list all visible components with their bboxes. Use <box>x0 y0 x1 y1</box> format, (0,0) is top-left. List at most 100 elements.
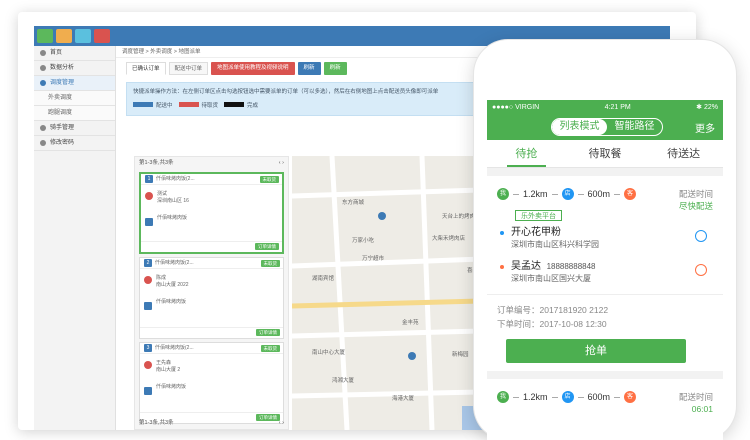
shop-title: 仟佰味烤肉饭(2... <box>156 175 195 182</box>
customer-name: 陈成 <box>156 275 167 281</box>
pager-icon[interactable]: ‹ › <box>279 417 284 429</box>
order-index: 1 <box>145 175 153 183</box>
shop-name: 仟佰味烤肉饭 <box>156 299 187 305</box>
delivery-time-value: 尽快配送 <box>678 201 713 211</box>
sidebar-item-password[interactable]: 修改密码 <box>34 136 115 151</box>
map-label: 东方商城 <box>342 198 365 206</box>
delivery-time-value: 06:01 <box>691 404 713 414</box>
map-label: 新梅园 <box>452 350 469 358</box>
map-marker <box>378 212 386 220</box>
tab-to-pickup[interactable]: 待取餐 <box>566 140 645 167</box>
order-card[interactable]: 我 1.2km 店 600m 客 配送时间 尽快配送 乐外卖平台 开心花甲粉 深… <box>487 176 723 371</box>
status-badge: 未取货 <box>260 345 280 352</box>
sidebar-label: 骑手管理 <box>50 124 75 131</box>
order-card[interactable]: 我 1.2km 店 600m 客 配送时间 06:01 <box>487 379 723 415</box>
sidebar-label: 调度管理 <box>50 79 75 86</box>
mode-route[interactable]: 智能路径 <box>607 119 662 135</box>
map-road <box>419 156 435 430</box>
customer-icon: 客 <box>624 391 637 403</box>
search-icon[interactable] <box>75 29 91 43</box>
more-link[interactable]: 更多 <box>695 120 715 135</box>
status-bar: ●●●●○ VIRGIN 4:21 PM ✱ 22% <box>487 100 723 114</box>
phone-screen: ●●●●○ VIRGIN 4:21 PM ✱ 22% 列表模式 智能路径 更多 … <box>487 100 723 440</box>
more-button[interactable]: 刷新 <box>323 62 347 75</box>
bullet-icon <box>500 231 504 235</box>
sidebar-item-errand-dispatch[interactable]: 跑腿调度 <box>34 106 115 121</box>
sidebar-item-analytics[interactable]: 数据分析 <box>34 61 115 76</box>
dash-line <box>577 396 584 398</box>
location-pin-icon[interactable] <box>695 230 707 242</box>
shop-title: 仟佰味烤肉饭(2... <box>155 259 194 266</box>
shop-icon <box>144 387 152 395</box>
stage: 首页 数据分析 调度管理 外卖调度 跑腿调度 骑手管理 修改密码 调度管理 > … <box>0 0 750 440</box>
pager-icon[interactable]: ‹ › <box>279 157 284 169</box>
me-icon: 我 <box>497 188 509 200</box>
list-summary: 第1-3条,共3条 <box>139 160 174 166</box>
tab-to-deliver[interactable]: 待送达 <box>644 140 723 167</box>
shop-addr: 深圳市南山区科兴科学园 <box>511 240 599 249</box>
grab-order-button[interactable]: 抢单 <box>506 339 686 363</box>
carrier-text: ●●●●○ VIRGIN <box>492 103 540 111</box>
sidebar-item-rider[interactable]: 骑手管理 <box>34 121 115 136</box>
map-label: 金丰苑 <box>402 318 419 326</box>
customer-addr: 深圳市南山区国兴大厦 <box>511 274 591 283</box>
legend-item: 待取货 <box>178 101 218 109</box>
platform-tag: 乐外卖平台 <box>515 210 562 221</box>
legend-swatch <box>133 102 153 107</box>
sidebar-item-takeout-dispatch[interactable]: 外卖调度 <box>34 91 115 106</box>
map-label: 海港大厦 <box>392 394 415 402</box>
shop-icon: 店 <box>561 391 574 403</box>
location-pin-icon[interactable] <box>695 264 707 276</box>
dash-line <box>614 396 621 398</box>
sidebar-item-home[interactable]: 首页 <box>34 46 115 61</box>
customer-name: 吴孟达 <box>511 261 541 272</box>
bar-icon[interactable] <box>56 29 72 43</box>
divider <box>487 168 723 176</box>
order-detail-button[interactable]: 订单详情 <box>255 243 279 250</box>
dash-line <box>551 193 558 195</box>
list-footer-summary: 第1-3条,共3条 <box>139 420 174 426</box>
rider-icon <box>40 125 46 131</box>
tutorial-button[interactable]: 地图派单使用教程及视频说明 <box>211 62 295 75</box>
mode-list[interactable]: 列表模式 <box>552 119 607 135</box>
sidebar: 首页 数据分析 调度管理 外卖调度 跑腿调度 骑手管理 修改密码 <box>34 26 116 430</box>
divider <box>487 294 723 295</box>
map-label: 天台上的烤肉 <box>442 212 475 220</box>
legend-item: 配送中 <box>133 101 173 109</box>
tab-to-grab[interactable]: 待抢 <box>487 140 566 167</box>
dash-line <box>551 396 558 398</box>
clock-text: 4:21 PM <box>604 103 631 111</box>
map-label: 鸿湘大厦 <box>332 376 355 384</box>
me-icon: 我 <box>497 391 509 403</box>
order-card[interactable]: 2 仟佰味烤肉饭(2... 未取货 陈成 南山大厦 2022 仟佰味烤肉饭 订单详情 <box>139 257 284 339</box>
app-bar: 列表模式 智能路径 更多 <box>487 114 723 140</box>
phone-frame: ●●●●○ VIRGIN 4:21 PM ✱ 22% 列表模式 智能路径 更多 … <box>474 40 736 440</box>
customer-address: 南山大厦 2 <box>156 367 181 373</box>
order-list-panel: 第1-3条,共3条 ‹ › 1 仟佰味烤肉饭(2... 未取货 测试 深圳南山区 16 仟… <box>134 156 289 430</box>
customer-address: 南山大厦 2022 <box>156 282 189 288</box>
tab-confirmed[interactable]: 已确认订单 <box>126 62 166 75</box>
shop-name: 仟佰味烤肉饭 <box>157 215 188 221</box>
customer-pin-icon <box>144 361 152 369</box>
gear-icon[interactable] <box>94 29 110 43</box>
sidebar-item-dispatch[interactable]: 调度管理 <box>34 76 115 91</box>
shop-title: 仟佰味烤肉饭(2... <box>155 344 194 351</box>
status-badge: 未取货 <box>260 260 280 267</box>
map-label: 万家小吃 <box>352 236 375 244</box>
refresh-button[interactable]: 刷新 <box>297 62 321 75</box>
chart-icon[interactable] <box>37 29 53 43</box>
order-time: 下单时间：2017-10-08 12:30 <box>497 319 607 329</box>
divider <box>487 371 723 379</box>
tab-delivering[interactable]: 配送中订单 <box>168 62 209 75</box>
legend-item: 完成 <box>224 101 258 109</box>
status-badge: 未取货 <box>259 176 279 183</box>
order-card[interactable]: 3 仟佰味烤肉饭(2... 未取货 王先森 南山大厦 2 仟佰味烤肉饭 订单详情 <box>139 342 284 424</box>
order-card[interactable]: 1 仟佰味烤肉饭(2... 未取货 测试 深圳南山区 16 仟佰味烤肉饭 订单详情 <box>139 172 284 254</box>
order-detail-button[interactable]: 订单详情 <box>256 329 280 336</box>
order-index: 3 <box>144 344 152 352</box>
distance-1: 1.2km <box>523 392 548 402</box>
distance-2: 600m <box>587 189 611 199</box>
dispatch-icon <box>40 80 46 86</box>
distance-2: 600m <box>587 392 611 402</box>
shop-name: 仟佰味烤肉饭 <box>156 384 187 390</box>
